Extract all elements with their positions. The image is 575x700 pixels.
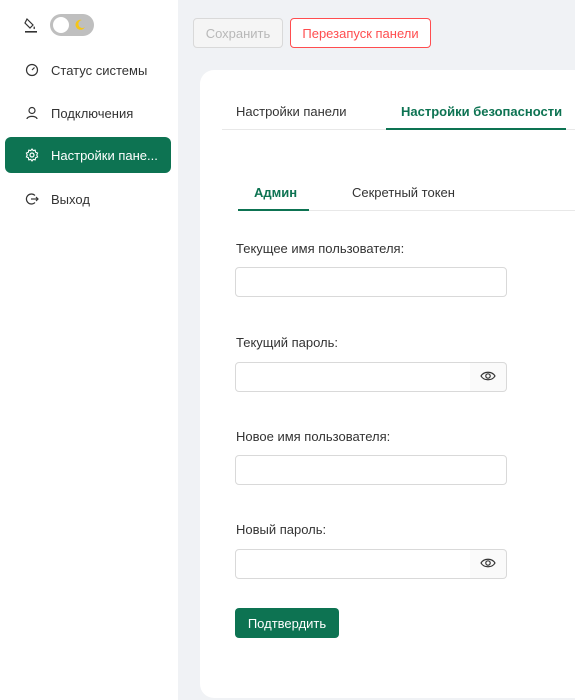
current-username-label: Текущее имя пользователя: — [236, 241, 405, 256]
sidebar-item-label: Подключения — [51, 105, 134, 121]
settings-tabs: Настройки панели Настройки безопасности — [222, 92, 575, 130]
current-password-label: Текущий пароль: — [236, 335, 339, 350]
toggle-knob — [53, 17, 69, 33]
paint-bucket-icon — [24, 17, 38, 33]
sidebar-item-logout[interactable]: Выход — [5, 181, 171, 217]
new-password-field[interactable] — [235, 549, 471, 579]
sidebar-item-label: Выход — [51, 191, 90, 207]
new-username-field[interactable] — [235, 455, 507, 485]
security-subtabs: Админ Секретный токен — [238, 176, 575, 211]
tab-security-settings[interactable]: Настройки безопасности — [401, 104, 562, 119]
moon-icon — [74, 19, 86, 31]
save-button[interactable]: Сохранить — [193, 18, 283, 48]
dashboard-icon — [25, 63, 39, 77]
theme-row — [24, 14, 94, 36]
settings-card: Настройки панели Настройки безопасности … — [200, 70, 575, 698]
new-password-label: Новый пароль: — [236, 522, 327, 537]
sidebar-item-label: Настройки пане... — [51, 147, 158, 163]
gear-icon — [25, 148, 39, 162]
sidebar-item-label: Статус системы — [51, 62, 148, 78]
current-password-field[interactable] — [235, 362, 471, 392]
sidebar: Статус системы Подключения Настройки пан… — [0, 0, 178, 700]
new-username-label: Новое имя пользователя: — [236, 429, 391, 444]
eye-icon — [480, 370, 496, 385]
sidebar-item-connections[interactable]: Подключения — [5, 95, 171, 131]
tab-panel-settings[interactable]: Настройки панели — [236, 104, 346, 119]
theme-toggle[interactable] — [50, 14, 94, 36]
eye-icon — [480, 557, 496, 572]
tab-admin[interactable]: Админ — [254, 185, 297, 200]
logout-icon — [25, 192, 39, 206]
show-new-password-button[interactable] — [470, 549, 507, 579]
restart-panel-button[interactable]: Перезапуск панели — [290, 18, 431, 48]
sidebar-item-panel-settings[interactable]: Настройки пане... — [5, 137, 171, 173]
current-username-field[interactable] — [235, 267, 507, 297]
active-tab-indicator — [386, 128, 566, 130]
tab-secret-token[interactable]: Секретный токен — [352, 185, 455, 200]
confirm-button[interactable]: Подтвердить — [235, 608, 339, 638]
show-current-password-button[interactable] — [470, 362, 507, 392]
sidebar-item-system-status[interactable]: Статус системы — [5, 52, 171, 88]
user-icon — [25, 106, 39, 120]
active-subtab-indicator — [238, 209, 309, 211]
